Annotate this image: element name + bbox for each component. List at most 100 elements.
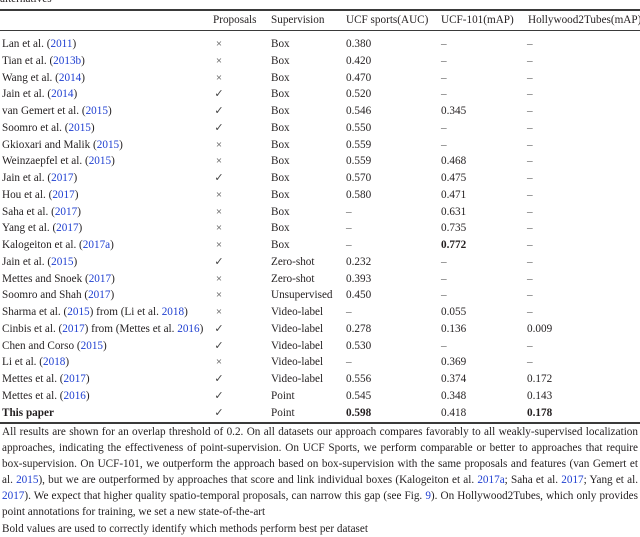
citation-link[interactable]: 2011 — [50, 38, 72, 50]
citation-link[interactable]: 2016 — [64, 390, 86, 402]
ucf-sports-cell: 0.598 — [346, 406, 372, 419]
citation-link[interactable]: 2017 — [51, 172, 73, 184]
table-row: Hou et al. (2017) × Box 0.580 0.471 – — [0, 187, 640, 203]
citation-link[interactable]: 2017 — [56, 222, 78, 234]
ucf-sports-cell: – — [346, 205, 352, 218]
citation-link[interactable]: 2017 — [561, 474, 583, 486]
method-text: ) — [111, 272, 115, 285]
citation-link[interactable]: 2017 — [88, 289, 110, 301]
ucf-sports-cell: – — [346, 356, 352, 369]
method-cell: Jain et al. (2017) — [2, 170, 77, 186]
table-row: Cinbis et al. (2017) from (Mettes et al.… — [0, 321, 640, 337]
citation-link[interactable]: 2017 — [62, 323, 84, 335]
citation-link[interactable]: 2017 — [89, 273, 111, 285]
method-text: ) — [110, 239, 114, 251]
method-cell: Mettes and Snoek (2017) — [2, 271, 115, 287]
supervision-cell: Box — [271, 172, 290, 184]
table-row: Li et al. (2018) × Video-label – 0.369 – — [0, 354, 640, 370]
ucf101-cell: 0.136 — [441, 322, 467, 335]
method-text: Tian et al. ( — [2, 54, 54, 67]
method-text: Wang et al. ( — [2, 71, 59, 84]
method-text: Mettes et al. ( — [2, 389, 64, 402]
citation-link[interactable]: 2013b — [53, 55, 81, 67]
ucf-sports-cell: 0.380 — [346, 38, 372, 50]
method-cell: Wang et al. (2014) — [2, 70, 85, 86]
table-row: Lan et al. (2011) × Box 0.380 – – — [0, 36, 640, 52]
ucf101-cell: 0.369 — [441, 356, 467, 369]
citation-link[interactable]: 2017a — [477, 474, 504, 486]
citation-link[interactable]: 2018 — [162, 306, 184, 318]
citation-link[interactable]: 2017 — [64, 373, 86, 385]
citation-link[interactable]: 2017 — [2, 490, 24, 502]
method-text: Saha et al. ( — [2, 205, 55, 218]
ucf-sports-cell: 0.470 — [346, 71, 372, 84]
cross-icon: × — [215, 272, 223, 285]
citation-link[interactable]: 2015 — [89, 155, 111, 167]
method-text: Kalogeiton et al. ( — [2, 239, 83, 251]
cross-icon: × — [215, 356, 223, 369]
table-row: Saha et al. (2017) × Box – 0.631 – — [0, 204, 640, 220]
footnote-text: ), but we are outperformed by approaches… — [38, 474, 478, 487]
citation-link[interactable]: 2015 — [86, 105, 108, 117]
method-text: Yang et al. ( — [2, 222, 57, 235]
supervision-cell: Box — [271, 138, 290, 151]
method-text: Jain et al. ( — [2, 172, 52, 184]
ucf101-cell: 0.345 — [441, 105, 467, 117]
cross-icon: × — [215, 306, 223, 318]
hollywood2tubes-cell: – — [527, 356, 533, 369]
hollywood2tubes-cell: – — [527, 339, 533, 352]
ucf-sports-cell: – — [346, 239, 352, 251]
method-text: ) — [85, 389, 90, 402]
supervision-cell: Video-label — [271, 373, 324, 385]
supervision-cell: Box — [271, 88, 290, 101]
hollywood2tubes-cell: – — [527, 138, 533, 151]
ucf101-cell: – — [441, 38, 447, 50]
method-text: ) — [119, 138, 123, 151]
method-text: ) — [90, 121, 95, 134]
ucf101-cell: 0.631 — [441, 205, 467, 218]
method-text: ) from (Mettes et al. — [84, 322, 178, 335]
method-cell: Yang et al. (2017) — [2, 220, 82, 236]
ucf-sports-cell: – — [346, 306, 352, 318]
citation-link[interactable]: 2014 — [51, 88, 73, 100]
method-cell: Jain et al. (2014) — [2, 86, 77, 102]
citation-link[interactable]: 2015 — [16, 474, 38, 486]
table-row: Mettes and Snoek (2017) × Zero-shot 0.393 – – — [0, 271, 640, 287]
citation-link[interactable]: 2017a — [83, 239, 110, 251]
method-cell: Gkioxari and Malik (2015) — [2, 137, 123, 153]
ucf101-cell: 0.348 — [441, 389, 467, 402]
citation-link[interactable]: 2015 — [51, 256, 73, 268]
citation-link[interactable]: 2018 — [43, 356, 65, 368]
table-row: Yang et al. (2017) × Box – 0.735 – — [0, 220, 640, 236]
ucf101-cell: – — [441, 255, 447, 268]
citation-link[interactable]: 2015 — [67, 306, 89, 318]
table-row: Chen and Corso (2015) ✓ Video-label 0.530 – – — [0, 338, 640, 354]
citation-link[interactable]: 2015 — [69, 122, 91, 134]
ucf-sports-cell: – — [346, 222, 352, 235]
method-text: ) — [73, 255, 78, 268]
method-cell: Jain et al. (2015) — [2, 254, 77, 270]
cross-icon: × — [215, 54, 223, 67]
citation-link[interactable]: 2016 — [177, 323, 199, 335]
citation-link[interactable]: 2014 — [59, 72, 81, 84]
hollywood2tubes-cell: – — [527, 105, 533, 117]
method-cell: Li et al. (2018) — [2, 354, 69, 370]
citation-link[interactable]: 2017 — [52, 189, 74, 201]
method-text: ) — [73, 88, 78, 101]
citation-link[interactable]: 2017 — [55, 206, 77, 218]
cross-icon: × — [215, 155, 223, 168]
hollywood2tubes-cell: – — [527, 272, 533, 285]
citation-link[interactable]: 2015 — [97, 139, 119, 151]
ucf-sports-cell: 0.545 — [346, 389, 372, 402]
method-cell: Lan et al. (2011) — [2, 36, 76, 52]
ucf101-cell: 0.772 — [441, 239, 467, 251]
hollywood2tubes-cell: 0.172 — [527, 373, 553, 385]
ucf101-cell: 0.418 — [441, 406, 467, 419]
ucf101-cell: 0.471 — [441, 188, 467, 201]
supervision-cell: Box — [271, 155, 290, 168]
method-cell: Sharma et al. (2015) from (Li et al. 201… — [2, 304, 188, 320]
method-cell: Mettes et al. (2017) — [2, 371, 90, 387]
citation-link[interactable]: 2015 — [81, 340, 103, 352]
method-text: ) — [85, 373, 90, 385]
header-ucf-sports: UCF sports(AUC) — [346, 14, 429, 26]
